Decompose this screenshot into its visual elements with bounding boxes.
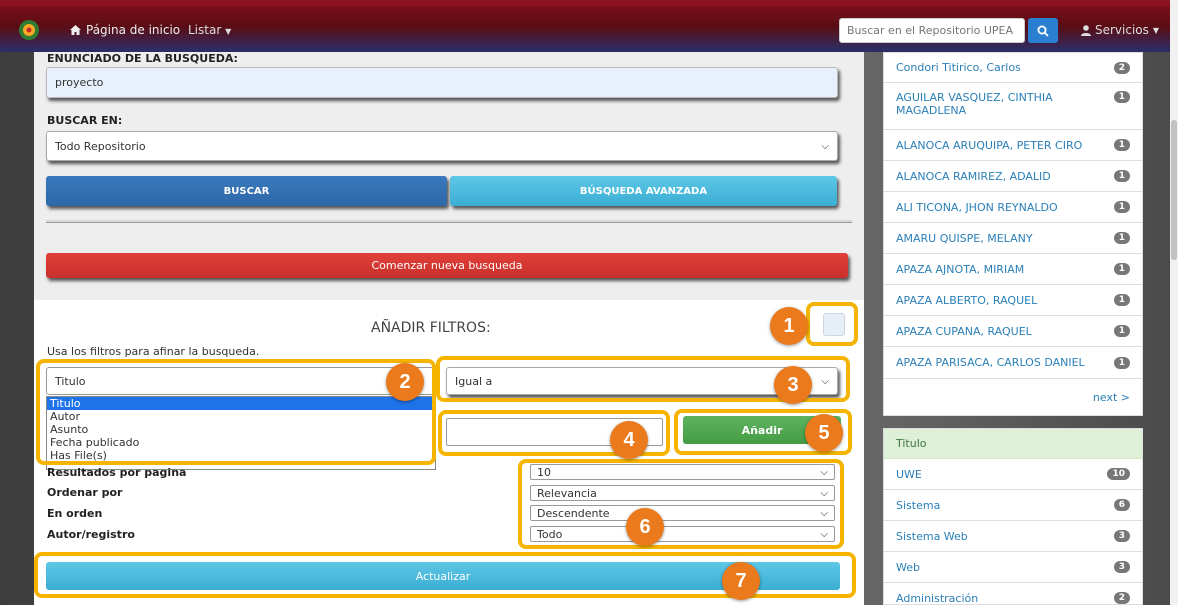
caret-down-icon: ▼ (225, 27, 232, 36)
author-name: ALANOCA ARUQUIPA, PETER CIRO (896, 138, 1083, 152)
count-badge: 1 (1113, 91, 1130, 103)
author-name: APAZA CUPANA, RAQUEL (896, 324, 1032, 338)
count-badge: 1 (1113, 294, 1130, 306)
step-badge: 1 (770, 307, 808, 345)
search-icon (1037, 25, 1049, 37)
step-badge: 4 (610, 421, 648, 459)
author-facet-item[interactable]: AMARU QUISPE, MELANY 1 (884, 223, 1142, 254)
nav-services-label: Servicios (1095, 23, 1149, 37)
step-badge: 7 (722, 562, 760, 600)
highlight-box (518, 459, 844, 549)
count-badge: 3 (1113, 561, 1130, 573)
count-badge: 1 (1113, 263, 1130, 275)
query-label: ENUNCIADO DE LA BUSQUEDA: (47, 52, 238, 65)
highlight-box (36, 359, 436, 465)
nav-list-label: Listar (188, 23, 222, 37)
author-name: ALI TICONA, JHON REYNALDO (896, 200, 1058, 214)
page-scrollbar[interactable] (1170, 0, 1178, 605)
search-scope-label: BUSCAR EN: (47, 114, 123, 127)
search-scope-select[interactable]: Todo Repositorio ⌵ (46, 131, 838, 161)
author-name: APAZA AJNOTA, MIRIAM (896, 262, 1025, 276)
count-badge: 2 (1113, 61, 1130, 74)
display-label: Autor/registro (47, 528, 135, 541)
count-badge: 1 (1113, 232, 1130, 244)
title-facet-heading: Titulo (884, 429, 1142, 459)
author-name: APAZA PARISACA, CARLOS DANIEL (896, 356, 1085, 369)
author-facet-item[interactable]: AGUILAR VASQUEZ, CINTHIA MAGADLENA 1 (884, 83, 1142, 130)
nav-home-link[interactable]: Página de inicio (70, 23, 180, 37)
title-term: Administración (896, 591, 979, 605)
author-facet-item[interactable]: ALI TICONA, JHON REYNALDO 1 (884, 192, 1142, 223)
author-facet-item[interactable]: APAZA PARISACA, CARLOS DANIEL 1 (884, 347, 1142, 379)
count-badge: 1 (1113, 170, 1130, 182)
top-navbar: Página de inicio Listar ▼ Servicios ▼ (0, 0, 1170, 52)
nav-services-dropdown[interactable]: Servicios ▼ (1081, 23, 1159, 37)
step-badge: 2 (386, 363, 424, 401)
count-badge: 2 (1113, 592, 1130, 604)
count-badge: 3 (1113, 530, 1130, 542)
title-term: UWE (896, 467, 922, 481)
display-label: En orden (47, 507, 103, 520)
repository-search-input[interactable] (839, 18, 1025, 43)
author-name: AGUILAR VASQUEZ, CINTHIA MAGADLENA (896, 91, 1053, 117)
display-label: Resultados por pagina (47, 466, 187, 479)
new-search-button[interactable]: Comenzar nueva busqueda (46, 253, 848, 278)
title-term: Sistema (896, 498, 941, 512)
filters-hint: Usa los filtros para afinar la busqueda. (47, 345, 260, 358)
author-facet-panel: Condori Titirico, Carlos 2 AGUILAR VASQU… (883, 52, 1143, 416)
query-input[interactable]: proyecto (46, 67, 838, 98)
home-icon (70, 25, 81, 35)
author-facet-next-link[interactable]: next > (1093, 391, 1130, 404)
count-badge: 6 (1113, 499, 1130, 511)
author-name: Condori Titirico, Carlos (896, 61, 1021, 74)
title-facet-item[interactable]: Sistema 6 (884, 490, 1142, 521)
user-icon (1081, 24, 1091, 36)
title-facet-panel: Titulo UWE 10 Sistema 6 Sistema Web 3 We… (883, 428, 1143, 605)
display-label: Ordenar por (47, 486, 123, 499)
step-badge: 6 (626, 508, 664, 546)
author-name: ALANOCA RAMIREZ, ADALID (896, 169, 1051, 183)
title-facet-item[interactable]: Administración 2 (884, 583, 1142, 605)
filters-title: AÑADIR FILTROS: (371, 320, 491, 336)
author-facet-item[interactable]: APAZA ALBERTO, RAQUEL 1 (884, 285, 1142, 316)
step-badge: 5 (805, 414, 843, 452)
count-badge: 10 (1107, 468, 1130, 480)
author-facet-item[interactable]: Condori Titirico, Carlos 2 (884, 53, 1142, 83)
divider (46, 220, 852, 223)
author-facet-item[interactable]: APAZA CUPANA, RAQUEL 1 (884, 316, 1142, 347)
search-button[interactable] (1028, 18, 1058, 43)
author-facet-item[interactable]: APAZA AJNOTA, MIRIAM 1 (884, 254, 1142, 285)
search-submit-button[interactable]: BUSCAR (46, 176, 447, 206)
scrollbar-thumb[interactable] (1171, 120, 1177, 260)
search-scope-value: Todo Repositorio (55, 139, 146, 153)
title-facet-item[interactable]: Web 3 (884, 552, 1142, 583)
title-term: Sistema Web (896, 529, 968, 543)
author-name: APAZA ALBERTO, RAQUEL (896, 293, 1038, 307)
count-badge: 1 (1113, 139, 1130, 151)
highlight-box (806, 302, 858, 346)
upea-logo-icon[interactable] (18, 18, 40, 42)
count-badge: 1 (1113, 325, 1130, 337)
nav-list-dropdown[interactable]: Listar ▼ (188, 23, 231, 37)
title-facet-item[interactable]: Sistema Web 3 (884, 521, 1142, 552)
advanced-search-button[interactable]: BÚSQUEDA AVANZADA (450, 176, 837, 206)
nav-home-label: Página de inicio (86, 23, 181, 37)
title-facet-item[interactable]: UWE 10 (884, 459, 1142, 490)
count-badge: 1 (1113, 201, 1130, 213)
title-term: Web (896, 560, 920, 574)
author-facet-item[interactable]: ALANOCA RAMIREZ, ADALID 1 (884, 161, 1142, 192)
author-facet-item[interactable]: ALANOCA ARUQUIPA, PETER CIRO 1 (884, 130, 1142, 161)
chevron-down-icon: ⌵ (821, 140, 829, 152)
count-badge: 1 (1113, 356, 1130, 369)
author-name: AMARU QUISPE, MELANY (896, 231, 1033, 245)
caret-down-icon: ▼ (1152, 25, 1160, 35)
step-badge: 3 (774, 366, 812, 404)
